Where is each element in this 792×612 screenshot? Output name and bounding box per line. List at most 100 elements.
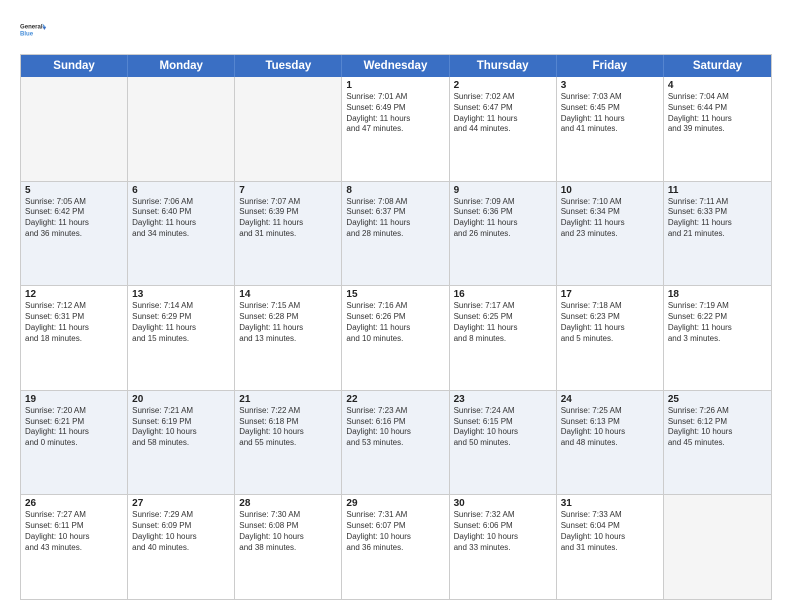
svg-text:General: General <box>20 25 43 31</box>
day-number: 14 <box>239 289 337 300</box>
day-number: 1 <box>346 80 444 91</box>
header-day-thursday: Thursday <box>450 55 557 77</box>
day-number: 21 <box>239 394 337 405</box>
day-number: 25 <box>668 394 767 405</box>
day-info: Sunrise: 7:08 AM Sunset: 6:37 PM Dayligh… <box>346 197 444 240</box>
header-day-friday: Friday <box>557 55 664 77</box>
calendar-cell: 14Sunrise: 7:15 AM Sunset: 6:28 PM Dayli… <box>235 286 342 390</box>
day-number: 8 <box>346 185 444 196</box>
day-number: 4 <box>668 80 767 91</box>
calendar-cell: 2Sunrise: 7:02 AM Sunset: 6:47 PM Daylig… <box>450 77 557 181</box>
day-number: 27 <box>132 498 230 509</box>
day-info: Sunrise: 7:02 AM Sunset: 6:47 PM Dayligh… <box>454 92 552 135</box>
calendar-cell: 19Sunrise: 7:20 AM Sunset: 6:21 PM Dayli… <box>21 391 128 495</box>
calendar-cell: 28Sunrise: 7:30 AM Sunset: 6:08 PM Dayli… <box>235 495 342 599</box>
day-number: 7 <box>239 185 337 196</box>
day-number: 28 <box>239 498 337 509</box>
calendar-cell: 13Sunrise: 7:14 AM Sunset: 6:29 PM Dayli… <box>128 286 235 390</box>
day-info: Sunrise: 7:31 AM Sunset: 6:07 PM Dayligh… <box>346 510 444 553</box>
calendar-cell: 8Sunrise: 7:08 AM Sunset: 6:37 PM Daylig… <box>342 182 449 286</box>
calendar-row-3: 19Sunrise: 7:20 AM Sunset: 6:21 PM Dayli… <box>21 390 771 495</box>
calendar-row-4: 26Sunrise: 7:27 AM Sunset: 6:11 PM Dayli… <box>21 494 771 599</box>
calendar-cell: 27Sunrise: 7:29 AM Sunset: 6:09 PM Dayli… <box>128 495 235 599</box>
calendar-cell: 11Sunrise: 7:11 AM Sunset: 6:33 PM Dayli… <box>664 182 771 286</box>
calendar-cell: 20Sunrise: 7:21 AM Sunset: 6:19 PM Dayli… <box>128 391 235 495</box>
calendar-cell: 24Sunrise: 7:25 AM Sunset: 6:13 PM Dayli… <box>557 391 664 495</box>
day-number: 3 <box>561 80 659 91</box>
day-number: 13 <box>132 289 230 300</box>
day-number: 5 <box>25 185 123 196</box>
calendar-header: SundayMondayTuesdayWednesdayThursdayFrid… <box>21 55 771 77</box>
calendar-cell: 18Sunrise: 7:19 AM Sunset: 6:22 PM Dayli… <box>664 286 771 390</box>
day-info: Sunrise: 7:33 AM Sunset: 6:04 PM Dayligh… <box>561 510 659 553</box>
day-info: Sunrise: 7:24 AM Sunset: 6:15 PM Dayligh… <box>454 406 552 449</box>
day-info: Sunrise: 7:17 AM Sunset: 6:25 PM Dayligh… <box>454 301 552 344</box>
day-info: Sunrise: 7:05 AM Sunset: 6:42 PM Dayligh… <box>25 197 123 240</box>
header-day-monday: Monday <box>128 55 235 77</box>
day-number: 10 <box>561 185 659 196</box>
calendar-cell: 6Sunrise: 7:06 AM Sunset: 6:40 PM Daylig… <box>128 182 235 286</box>
day-info: Sunrise: 7:06 AM Sunset: 6:40 PM Dayligh… <box>132 197 230 240</box>
calendar-cell: 23Sunrise: 7:24 AM Sunset: 6:15 PM Dayli… <box>450 391 557 495</box>
day-number: 9 <box>454 185 552 196</box>
calendar-cell: 22Sunrise: 7:23 AM Sunset: 6:16 PM Dayli… <box>342 391 449 495</box>
day-info: Sunrise: 7:29 AM Sunset: 6:09 PM Dayligh… <box>132 510 230 553</box>
day-info: Sunrise: 7:18 AM Sunset: 6:23 PM Dayligh… <box>561 301 659 344</box>
day-info: Sunrise: 7:30 AM Sunset: 6:08 PM Dayligh… <box>239 510 337 553</box>
calendar-row-1: 5Sunrise: 7:05 AM Sunset: 6:42 PM Daylig… <box>21 181 771 286</box>
calendar-cell <box>21 77 128 181</box>
day-number: 30 <box>454 498 552 509</box>
day-number: 31 <box>561 498 659 509</box>
day-number: 26 <box>25 498 123 509</box>
day-info: Sunrise: 7:26 AM Sunset: 6:12 PM Dayligh… <box>668 406 767 449</box>
day-number: 17 <box>561 289 659 300</box>
logo: GeneralBlue <box>20 16 48 44</box>
day-info: Sunrise: 7:11 AM Sunset: 6:33 PM Dayligh… <box>668 197 767 240</box>
calendar-cell: 25Sunrise: 7:26 AM Sunset: 6:12 PM Dayli… <box>664 391 771 495</box>
calendar-cell <box>664 495 771 599</box>
calendar-cell: 16Sunrise: 7:17 AM Sunset: 6:25 PM Dayli… <box>450 286 557 390</box>
calendar-cell: 15Sunrise: 7:16 AM Sunset: 6:26 PM Dayli… <box>342 286 449 390</box>
day-info: Sunrise: 7:21 AM Sunset: 6:19 PM Dayligh… <box>132 406 230 449</box>
calendar-body: 1Sunrise: 7:01 AM Sunset: 6:49 PM Daylig… <box>21 77 771 599</box>
day-info: Sunrise: 7:14 AM Sunset: 6:29 PM Dayligh… <box>132 301 230 344</box>
header: GeneralBlue <box>20 16 772 44</box>
day-info: Sunrise: 7:07 AM Sunset: 6:39 PM Dayligh… <box>239 197 337 240</box>
calendar-row-0: 1Sunrise: 7:01 AM Sunset: 6:49 PM Daylig… <box>21 77 771 181</box>
day-number: 16 <box>454 289 552 300</box>
day-info: Sunrise: 7:19 AM Sunset: 6:22 PM Dayligh… <box>668 301 767 344</box>
calendar-cell: 5Sunrise: 7:05 AM Sunset: 6:42 PM Daylig… <box>21 182 128 286</box>
header-day-tuesday: Tuesday <box>235 55 342 77</box>
day-number: 6 <box>132 185 230 196</box>
header-day-sunday: Sunday <box>21 55 128 77</box>
svg-text:Blue: Blue <box>20 32 34 38</box>
day-info: Sunrise: 7:03 AM Sunset: 6:45 PM Dayligh… <box>561 92 659 135</box>
calendar-cell: 9Sunrise: 7:09 AM Sunset: 6:36 PM Daylig… <box>450 182 557 286</box>
day-number: 15 <box>346 289 444 300</box>
calendar-cell: 21Sunrise: 7:22 AM Sunset: 6:18 PM Dayli… <box>235 391 342 495</box>
calendar-cell <box>128 77 235 181</box>
day-info: Sunrise: 7:32 AM Sunset: 6:06 PM Dayligh… <box>454 510 552 553</box>
calendar-cell: 3Sunrise: 7:03 AM Sunset: 6:45 PM Daylig… <box>557 77 664 181</box>
day-info: Sunrise: 7:15 AM Sunset: 6:28 PM Dayligh… <box>239 301 337 344</box>
calendar-cell: 4Sunrise: 7:04 AM Sunset: 6:44 PM Daylig… <box>664 77 771 181</box>
day-info: Sunrise: 7:25 AM Sunset: 6:13 PM Dayligh… <box>561 406 659 449</box>
calendar-cell: 29Sunrise: 7:31 AM Sunset: 6:07 PM Dayli… <box>342 495 449 599</box>
calendar-cell: 7Sunrise: 7:07 AM Sunset: 6:39 PM Daylig… <box>235 182 342 286</box>
calendar-cell: 30Sunrise: 7:32 AM Sunset: 6:06 PM Dayli… <box>450 495 557 599</box>
day-number: 18 <box>668 289 767 300</box>
day-number: 11 <box>668 185 767 196</box>
day-info: Sunrise: 7:23 AM Sunset: 6:16 PM Dayligh… <box>346 406 444 449</box>
calendar-cell: 1Sunrise: 7:01 AM Sunset: 6:49 PM Daylig… <box>342 77 449 181</box>
day-info: Sunrise: 7:04 AM Sunset: 6:44 PM Dayligh… <box>668 92 767 135</box>
calendar-cell <box>235 77 342 181</box>
calendar: SundayMondayTuesdayWednesdayThursdayFrid… <box>20 54 772 600</box>
calendar-cell: 26Sunrise: 7:27 AM Sunset: 6:11 PM Dayli… <box>21 495 128 599</box>
logo-icon: GeneralBlue <box>20 16 48 44</box>
calendar-cell: 17Sunrise: 7:18 AM Sunset: 6:23 PM Dayli… <box>557 286 664 390</box>
day-info: Sunrise: 7:12 AM Sunset: 6:31 PM Dayligh… <box>25 301 123 344</box>
day-number: 2 <box>454 80 552 91</box>
day-number: 24 <box>561 394 659 405</box>
day-info: Sunrise: 7:01 AM Sunset: 6:49 PM Dayligh… <box>346 92 444 135</box>
page: GeneralBlue SundayMondayTuesdayWednesday… <box>0 0 792 612</box>
